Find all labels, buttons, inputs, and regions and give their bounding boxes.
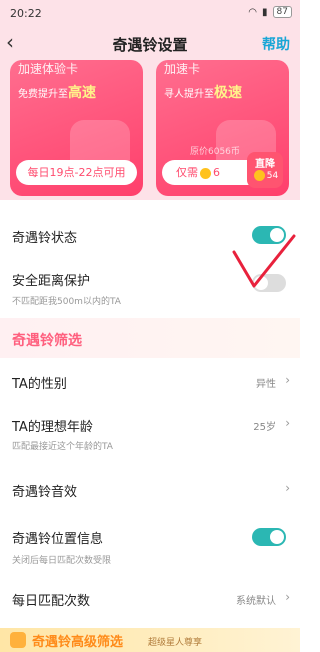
- price-value: 6: [213, 166, 220, 179]
- daily-match-value: 系统默认: [236, 596, 276, 607]
- gender-value: 异性: [256, 379, 276, 390]
- subtitle-prefix: 免费提升至: [18, 89, 68, 100]
- original-price: 原价6056币: [190, 147, 240, 157]
- subtitle-highlight: 极速: [214, 85, 242, 101]
- page-title: 奇遇铃设置: [112, 36, 188, 54]
- card-title: 加速体验卡: [18, 62, 79, 76]
- ideal-age-value: 25岁: [253, 422, 276, 433]
- filter-heading: 奇遇铃筛选: [12, 333, 82, 349]
- premium-filter-banner[interactable]: 奇遇铃高级筛选 超级星人尊享: [0, 628, 300, 652]
- coin-icon: [253, 170, 265, 181]
- ideal-age-desc: 匹配最接近这个年龄的TA: [12, 442, 113, 452]
- daily-match-row[interactable]: 每日匹配次数 系统默认 ›: [0, 582, 300, 616]
- ideal-age-label: TA的理想年龄: [12, 420, 93, 435]
- premium-icon: [10, 632, 26, 648]
- booster-cards: 加速体验卡 免费提升至高速 每日19点-22点可用 加速卡 寻人提升至极速 原价…: [0, 60, 300, 200]
- title-bar: ‹ 奇遇铃设置 帮助: [0, 26, 300, 60]
- badge-amount: 54: [266, 171, 279, 181]
- badge-value: 54: [247, 170, 283, 181]
- trial-booster-card[interactable]: 加速体验卡 免费提升至高速 每日19点-22点可用: [10, 60, 143, 196]
- chevron-right-icon: ›: [285, 481, 290, 495]
- chevron-right-icon: ›: [285, 416, 290, 430]
- ideal-age-row[interactable]: TA的理想年龄 匹配最接近这个年龄的TA 25岁 ›: [0, 410, 300, 456]
- bell-status-label: 奇遇铃状态: [12, 231, 78, 246]
- daily-match-label: 每日匹配次数: [12, 594, 91, 609]
- location-desc: 关闭后每日匹配次数受限: [12, 556, 112, 566]
- booster-card[interactable]: 加速卡 寻人提升至极速 原价6056币 仅需 6 直降 54: [156, 60, 289, 196]
- coin-icon: [200, 167, 211, 179]
- location-toggle[interactable]: [252, 528, 286, 546]
- price-prefix: 仅需: [176, 166, 198, 179]
- status-time: 20:22: [10, 7, 42, 20]
- checkmark-annotation-icon: [232, 234, 296, 288]
- gender-row[interactable]: TA的性别 异性 ›: [0, 364, 300, 398]
- safety-distance-label: 安全距离保护: [12, 274, 91, 289]
- subtitle-prefix: 寻人提升至: [164, 89, 214, 100]
- premium-sub: 超级星人尊享: [148, 638, 203, 648]
- gender-label: TA的性别: [12, 377, 67, 392]
- premium-heading: 奇遇铃高级筛选: [32, 635, 124, 650]
- discount-badge: 直降 54: [247, 152, 283, 188]
- wifi-icon: ◠: [248, 6, 258, 18]
- badge-label: 直降: [255, 159, 275, 170]
- card-title: 加速卡: [164, 62, 201, 76]
- filter-section-header: 奇遇铃筛选: [0, 318, 300, 358]
- availability-button[interactable]: 每日19点-22点可用: [16, 160, 137, 185]
- safety-distance-desc: 不匹配距我500m以内的TA: [12, 297, 121, 307]
- sound-row[interactable]: 奇遇铃音效 ›: [0, 472, 300, 506]
- help-link[interactable]: 帮助: [262, 34, 290, 54]
- card-subtitle: 寻人提升至极速: [164, 82, 242, 102]
- chevron-right-icon: ›: [285, 373, 290, 387]
- battery-indicator: 87: [272, 6, 292, 18]
- card-subtitle: 免费提升至高速: [18, 82, 96, 102]
- status-icons: ◠ ▮ 87: [248, 6, 292, 18]
- subtitle-highlight: 高速: [68, 85, 96, 101]
- status-bar: 20:22 ◠ ▮ 87: [0, 0, 300, 26]
- sound-label: 奇遇铃音效: [12, 485, 78, 500]
- location-row: 奇遇铃位置信息 关闭后每日匹配次数受限: [0, 524, 300, 570]
- signal-icon: ▮: [262, 6, 268, 18]
- chevron-right-icon: ›: [285, 590, 290, 604]
- location-label: 奇遇铃位置信息: [12, 532, 104, 547]
